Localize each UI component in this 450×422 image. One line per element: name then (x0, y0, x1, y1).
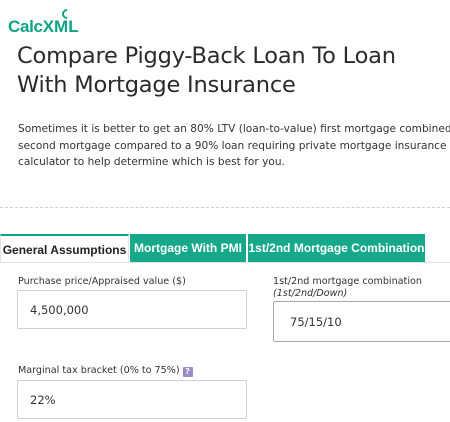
intro-line: second mortgage compared to a 90% loan r… (18, 139, 450, 152)
combination-sublabel: (1st/2nd/Down) (273, 288, 348, 299)
section-divider (0, 207, 450, 208)
combination-select[interactable]: 75/15/10 (273, 301, 450, 342)
intro-line: Sometimes it is better to get an 80% LTV… (18, 123, 450, 135)
page-title: Compare Piggy-Back Loan To Loan With Mor… (17, 43, 396, 98)
logo-text-calc: Calc (8, 17, 43, 36)
tab-first-second-combination[interactable]: 1st/2nd Mortgage Combination (248, 234, 425, 262)
purchase-price-label: Purchase price/Appraised value ($) (18, 276, 186, 287)
tax-bracket-label: Marginal tax bracket (0% to 75%)? (18, 365, 193, 377)
tab-bar: General Assumptions Mortgage With PMI 1s… (0, 234, 450, 263)
calcxml-logo[interactable]: CalcXML (8, 5, 79, 37)
logo-text-xml: XML (42, 17, 79, 36)
help-icon[interactable]: ? (182, 367, 193, 377)
combination-label: 1st/2nd mortgage combination (273, 276, 422, 287)
header: CalcXML (0, 0, 450, 42)
intro-text: Sometimes it is better to get an 80% LTV… (18, 121, 450, 171)
tab-mortgage-with-pmi[interactable]: Mortgage With PMI (130, 234, 246, 262)
intro-line: calculator to help determine which is be… (18, 156, 285, 168)
tax-bracket-label-text: Marginal tax bracket (0% to 75%) (18, 365, 180, 376)
tab-general-assumptions[interactable]: General Assumptions (0, 234, 129, 263)
tab-underline (0, 262, 450, 263)
tax-bracket-input[interactable]: 22% (17, 380, 247, 419)
purchase-price-input[interactable]: 4,500,000 (17, 290, 247, 329)
